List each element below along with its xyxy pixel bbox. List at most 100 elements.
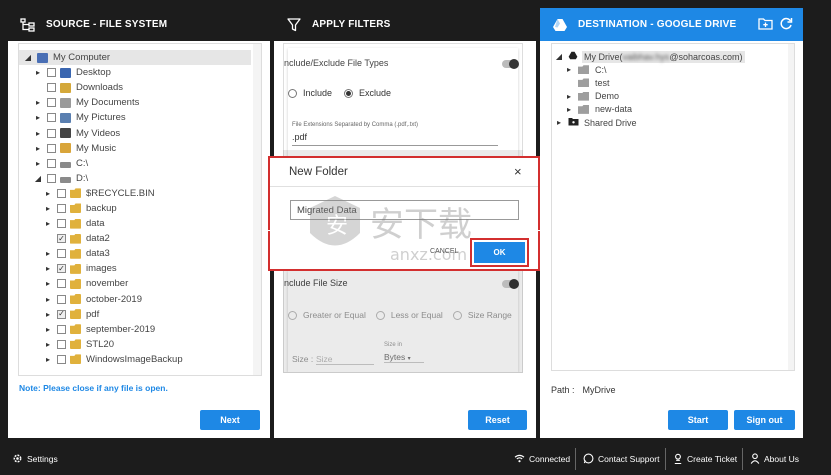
tree-row[interactable]: ▸ september-2019 xyxy=(19,322,251,337)
tree-row[interactable]: ▸ backup xyxy=(19,201,251,216)
tree-checkbox[interactable] xyxy=(47,83,56,93)
chevron-right-icon[interactable]: ▸ xyxy=(43,279,53,288)
folder-icon xyxy=(70,354,81,365)
chevron-right-icon[interactable]: ▸ xyxy=(33,144,43,153)
tree-checkbox[interactable] xyxy=(47,98,56,108)
about-us-button[interactable]: About Us xyxy=(750,450,799,468)
tree-checkbox[interactable] xyxy=(57,188,66,198)
tree-row[interactable]: ✓ data2 xyxy=(19,231,251,246)
chevron-right-icon[interactable]: ▸ xyxy=(43,204,53,213)
contact-support-button[interactable]: Contact Support xyxy=(583,450,659,468)
tree-row-label: images xyxy=(86,263,117,275)
extensions-input[interactable]: .pdf xyxy=(292,132,498,146)
tree-row[interactable]: ▸ november xyxy=(19,276,251,291)
tree-checkbox[interactable] xyxy=(47,128,56,138)
tree-checkbox[interactable] xyxy=(57,294,66,304)
chevron-right-icon[interactable]: ▸ xyxy=(564,65,574,74)
tree-row[interactable]: ▸ data3 xyxy=(19,246,251,261)
tree-row[interactable]: ▸ ✓ pdf xyxy=(19,307,251,322)
chevron-right-icon[interactable]: ▸ xyxy=(564,92,574,101)
connected-label: Connected xyxy=(529,454,571,464)
chevron-right-icon[interactable]: ▸ xyxy=(43,340,53,349)
tree-checkbox[interactable] xyxy=(57,203,66,213)
tree-row[interactable]: ▸ My Pictures xyxy=(19,110,251,125)
settings-button[interactable]: Settings xyxy=(12,450,58,468)
tree-row[interactable]: Downloads xyxy=(19,80,251,95)
chevron-right-icon[interactable]: ▸ xyxy=(33,98,43,107)
tree-checkbox[interactable] xyxy=(47,158,56,168)
tree-row-label: C:\ xyxy=(76,157,89,169)
create-ticket-button[interactable]: Create Ticket xyxy=(673,450,737,468)
tree-row[interactable]: ▸ C:\ xyxy=(19,156,251,171)
tree-checkbox[interactable]: ✓ xyxy=(57,234,66,244)
tree-checkbox[interactable] xyxy=(47,143,56,153)
include-radio[interactable] xyxy=(288,88,297,98)
chevron-right-icon[interactable]: ▸ xyxy=(43,189,53,198)
drive-root-row[interactable]: ◢ My Drive(vaibhav.hys@soharcoas.com) xyxy=(552,50,788,63)
tree-checkbox[interactable]: ✓ xyxy=(57,264,66,274)
tree-checkbox[interactable] xyxy=(57,339,66,349)
tree-checkbox[interactable] xyxy=(47,173,56,183)
tree-checkbox[interactable]: ✓ xyxy=(57,309,66,319)
destination-tree[interactable]: ◢ My Drive(vaibhav.hys@soharcoas.com) ▸ C… xyxy=(551,43,795,371)
ok-button[interactable]: OK xyxy=(474,242,525,263)
tree-checkbox[interactable] xyxy=(47,113,56,123)
chevron-right-icon[interactable]: ▸ xyxy=(43,295,53,304)
chevron-right-icon[interactable]: ▸ xyxy=(564,105,574,114)
reset-button[interactable]: Reset xyxy=(468,410,527,430)
drive-folder-row[interactable]: ▸ Demo xyxy=(552,90,788,103)
folder-name-input[interactable]: Migrated Data xyxy=(290,200,519,220)
tree-row[interactable]: ▸ STL20 xyxy=(19,337,251,352)
chevron-right-icon[interactable]: ▸ xyxy=(33,113,43,122)
tree-row[interactable]: ▸ My Videos xyxy=(19,125,251,140)
cancel-button[interactable]: CANCEL xyxy=(430,248,458,255)
start-button[interactable]: Start xyxy=(668,410,728,430)
chevron-right-icon[interactable]: ▸ xyxy=(43,310,53,319)
chevron-down-icon[interactable]: ◢ xyxy=(554,52,564,61)
chevron-right-icon[interactable]: ▸ xyxy=(33,159,43,168)
tree-checkbox[interactable] xyxy=(57,324,66,334)
tree-row[interactable]: ▸ october-2019 xyxy=(19,292,251,307)
chevron-right-icon[interactable]: ▸ xyxy=(43,325,53,334)
chevron-down-icon[interactable]: ◢ xyxy=(23,53,33,62)
chevron-right-icon[interactable]: ▸ xyxy=(33,129,43,138)
chevron-right-icon[interactable]: ▸ xyxy=(43,355,53,364)
tree-checkbox[interactable] xyxy=(57,219,66,229)
source-tree[interactable]: ◢ My Computer ▸ Desktop Downloads ▸ My Documen… xyxy=(18,43,262,376)
chevron-right-icon[interactable]: ▸ xyxy=(43,264,53,273)
tree-checkbox[interactable] xyxy=(47,68,56,78)
source-tree-scrollbar[interactable] xyxy=(253,44,261,375)
status-bar: Settings Connected Contact Support Creat… xyxy=(0,442,831,475)
next-button[interactable]: Next xyxy=(200,410,260,430)
tree-row[interactable]: ▸ My Music xyxy=(19,141,251,156)
chevron-down-icon[interactable]: ◢ xyxy=(33,174,43,183)
shared-drive-icon xyxy=(568,117,579,128)
destination-tree-scrollbar[interactable] xyxy=(788,44,794,370)
drive-folder-row[interactable]: ▸ C:\ xyxy=(552,63,788,76)
tree-row[interactable]: ▸ My Documents xyxy=(19,95,251,110)
sign-out-button[interactable]: Sign out xyxy=(734,410,795,430)
tree-row[interactable]: ▸ ✓ images xyxy=(19,261,251,276)
tree-row[interactable]: ◢ D:\ xyxy=(19,171,251,186)
tree-row[interactable]: ▸ WindowsImageBackup xyxy=(19,352,251,367)
tree-checkbox[interactable] xyxy=(57,279,66,289)
drive-folder-row[interactable]: test xyxy=(552,76,788,89)
shared-drive-row[interactable]: ▸ Shared Drive xyxy=(552,116,788,129)
tree-row[interactable]: ▸ data xyxy=(19,216,251,231)
drive-folder-row[interactable]: ▸ new-data xyxy=(552,103,788,116)
new-folder-icon[interactable] xyxy=(758,17,773,33)
exclude-radio[interactable] xyxy=(344,88,354,98)
chevron-right-icon[interactable]: ▸ xyxy=(33,68,43,77)
close-icon[interactable]: × xyxy=(514,164,522,179)
tree-checkbox[interactable] xyxy=(57,354,66,364)
chevron-right-icon[interactable]: ▸ xyxy=(43,219,53,228)
tree-row[interactable]: ▸ $RECYCLE.BIN xyxy=(19,186,251,201)
tree-row[interactable]: ▸ Desktop xyxy=(19,65,251,80)
file-types-toggle[interactable] xyxy=(502,59,519,69)
whatsapp-icon xyxy=(583,453,594,466)
tree-row[interactable]: ◢ My Computer xyxy=(19,50,251,66)
chevron-right-icon[interactable]: ▸ xyxy=(554,118,564,127)
chevron-right-icon[interactable]: ▸ xyxy=(43,249,53,258)
tree-checkbox[interactable] xyxy=(57,249,66,259)
refresh-icon[interactable] xyxy=(779,17,793,34)
